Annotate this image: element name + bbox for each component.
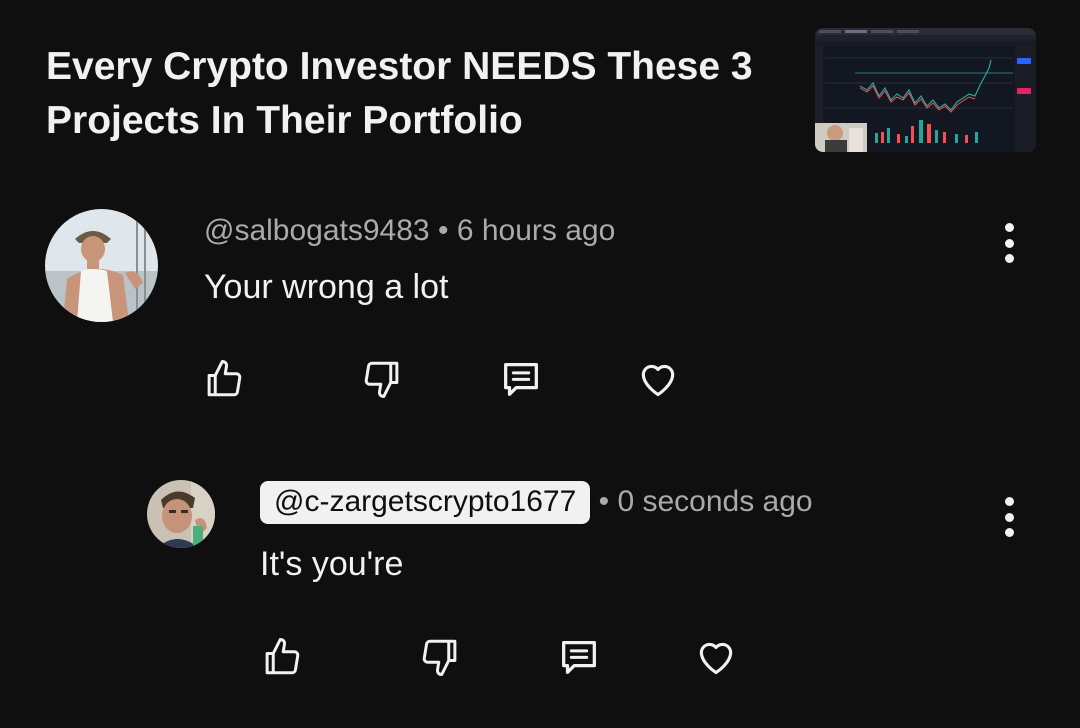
video-thumbnail[interactable] bbox=[815, 28, 1036, 152]
avatar[interactable] bbox=[45, 209, 158, 322]
like-button[interactable] bbox=[258, 633, 306, 681]
heart-button[interactable] bbox=[692, 633, 740, 681]
thumbs-up-icon bbox=[207, 360, 242, 397]
comment-meta: @salbogats9483 • 6 hours ago bbox=[204, 214, 615, 248]
thumbs-up-icon bbox=[265, 638, 300, 675]
thumbnail-chart-image bbox=[815, 28, 1036, 152]
comment-author-handle-chip[interactable]: @c-zargetscrypto1677 bbox=[260, 481, 591, 524]
dislike-button[interactable] bbox=[358, 355, 406, 403]
meta-separator: • bbox=[437, 214, 449, 247]
more-vertical-icon-dot bbox=[1004, 512, 1014, 522]
more-vertical-icon-dot bbox=[1004, 528, 1014, 537]
thumbs-down-icon bbox=[364, 361, 399, 398]
meta-separator: • bbox=[598, 485, 610, 518]
heart-icon bbox=[641, 364, 675, 397]
reply-icon bbox=[562, 640, 596, 674]
more-vertical-icon-dot bbox=[1004, 238, 1014, 248]
more-vertical-icon bbox=[1004, 497, 1014, 506]
heart-button[interactable] bbox=[634, 355, 682, 403]
heart-icon bbox=[699, 642, 733, 675]
comment-text: Your wrong a lot bbox=[204, 268, 449, 306]
like-button[interactable] bbox=[200, 355, 248, 403]
comment-author-handle[interactable]: @salbogats9483 bbox=[204, 214, 430, 247]
comment-timestamp[interactable]: 0 seconds ago bbox=[617, 485, 812, 518]
reply-button[interactable] bbox=[497, 355, 545, 403]
more-vertical-icon-dot bbox=[1004, 254, 1014, 263]
reply-icon bbox=[504, 362, 538, 396]
reply-button[interactable] bbox=[555, 633, 603, 681]
avatar[interactable] bbox=[147, 480, 215, 548]
thumbs-down-icon bbox=[422, 639, 457, 676]
comment-meta: @c-zargetscrypto1677 • 0 seconds ago bbox=[260, 481, 813, 524]
avatar-image bbox=[147, 480, 215, 548]
comment-text: It's you're bbox=[260, 545, 404, 583]
more-vertical-icon bbox=[1004, 223, 1014, 232]
comment-timestamp[interactable]: 6 hours ago bbox=[457, 214, 615, 247]
more-options-button[interactable] bbox=[997, 497, 1021, 537]
video-title[interactable]: Every Crypto Investor NEEDS These 3 Proj… bbox=[46, 40, 806, 148]
dislike-button[interactable] bbox=[416, 633, 464, 681]
avatar-image bbox=[45, 209, 158, 322]
more-options-button[interactable] bbox=[997, 223, 1021, 263]
